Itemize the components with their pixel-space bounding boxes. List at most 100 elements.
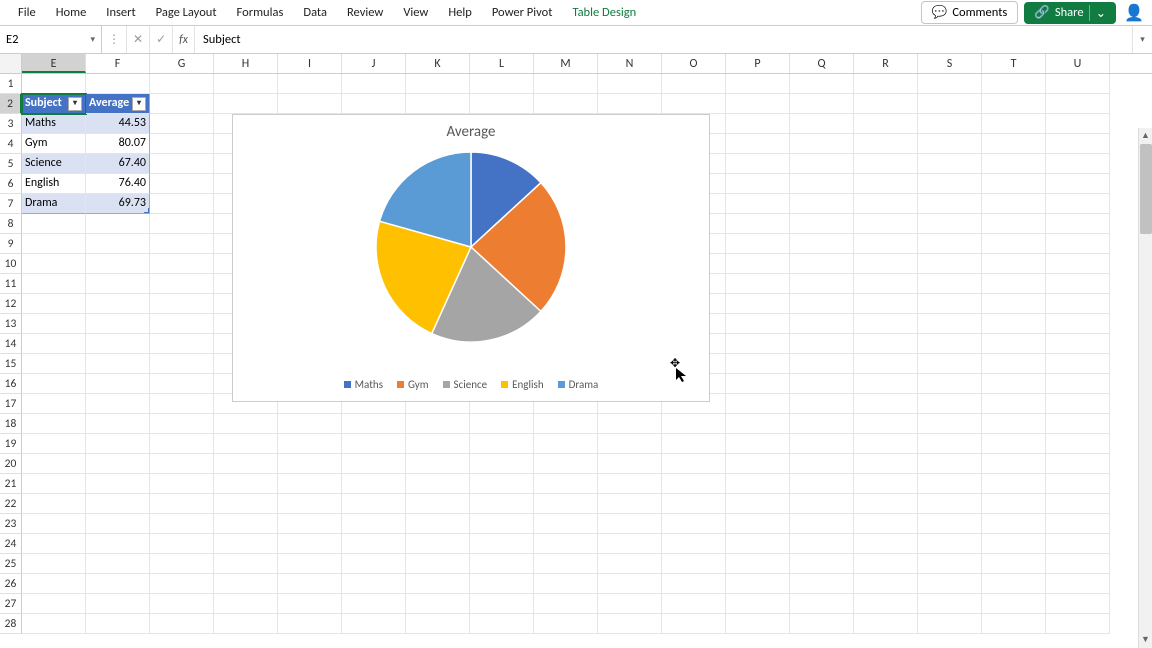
- cell[interactable]: [22, 374, 86, 394]
- cell[interactable]: [726, 174, 790, 194]
- cell[interactable]: [150, 194, 214, 214]
- cell[interactable]: [918, 614, 982, 634]
- column-header[interactable]: H: [214, 54, 278, 73]
- cell[interactable]: [726, 334, 790, 354]
- cell[interactable]: [726, 474, 790, 494]
- cell[interactable]: [150, 574, 214, 594]
- cell[interactable]: [854, 494, 918, 514]
- cell[interactable]: [854, 254, 918, 274]
- cell[interactable]: [214, 74, 278, 94]
- cell[interactable]: [726, 214, 790, 234]
- ribbon-tab-help[interactable]: Help: [438, 1, 481, 24]
- cell[interactable]: [1046, 274, 1110, 294]
- cell[interactable]: [726, 314, 790, 334]
- cell[interactable]: [598, 574, 662, 594]
- table-resize-handle[interactable]: [144, 208, 150, 214]
- cell[interactable]: [918, 74, 982, 94]
- scroll-thumb[interactable]: [1140, 144, 1152, 234]
- cell[interactable]: [534, 454, 598, 474]
- cell[interactable]: [854, 194, 918, 214]
- cell[interactable]: [278, 414, 342, 434]
- formula-expand[interactable]: ▾: [1132, 26, 1152, 53]
- cell[interactable]: English: [22, 174, 86, 194]
- cell[interactable]: [470, 494, 534, 514]
- cell[interactable]: [86, 474, 150, 494]
- column-header[interactable]: L: [470, 54, 534, 73]
- cell[interactable]: [150, 454, 214, 474]
- cell[interactable]: [86, 314, 150, 334]
- cell[interactable]: [854, 334, 918, 354]
- cell[interactable]: [598, 454, 662, 474]
- cell[interactable]: [918, 514, 982, 534]
- cell[interactable]: [214, 554, 278, 574]
- cell[interactable]: [1046, 494, 1110, 514]
- cell[interactable]: [790, 454, 854, 474]
- cell[interactable]: [1046, 74, 1110, 94]
- cell[interactable]: [150, 534, 214, 554]
- row-header[interactable]: 11: [0, 274, 22, 294]
- cell[interactable]: [534, 554, 598, 574]
- cell[interactable]: [150, 234, 214, 254]
- row-header[interactable]: 4: [0, 134, 22, 154]
- user-icon[interactable]: 👤: [1124, 3, 1144, 23]
- cell[interactable]: [22, 214, 86, 234]
- cell[interactable]: [406, 494, 470, 514]
- cell[interactable]: [982, 554, 1046, 574]
- cell[interactable]: [534, 594, 598, 614]
- formula-input[interactable]: Subject: [195, 32, 1132, 47]
- cell[interactable]: [790, 94, 854, 114]
- cell[interactable]: [598, 434, 662, 454]
- cell[interactable]: Drama: [22, 194, 86, 214]
- row-header[interactable]: 21: [0, 474, 22, 494]
- cell[interactable]: [86, 554, 150, 574]
- cell[interactable]: [918, 254, 982, 274]
- cell[interactable]: [790, 514, 854, 534]
- cell[interactable]: [790, 134, 854, 154]
- cell[interactable]: Gym: [22, 134, 86, 154]
- cell[interactable]: [342, 614, 406, 634]
- cell[interactable]: [534, 94, 598, 114]
- cell[interactable]: [982, 354, 1046, 374]
- cell[interactable]: [1046, 194, 1110, 214]
- cell[interactable]: [150, 154, 214, 174]
- row-header[interactable]: 28: [0, 614, 22, 634]
- cell[interactable]: [150, 614, 214, 634]
- cell[interactable]: [342, 574, 406, 594]
- cell[interactable]: [982, 394, 1046, 414]
- cell[interactable]: [150, 374, 214, 394]
- row-header[interactable]: 18: [0, 414, 22, 434]
- row-header[interactable]: 10: [0, 254, 22, 274]
- cell[interactable]: [726, 294, 790, 314]
- row-header[interactable]: 19: [0, 434, 22, 454]
- cell[interactable]: [726, 414, 790, 434]
- cell[interactable]: [982, 374, 1046, 394]
- cell[interactable]: [726, 134, 790, 154]
- cell[interactable]: [854, 174, 918, 194]
- scroll-up-icon[interactable]: ▲: [1139, 128, 1152, 144]
- cell[interactable]: [854, 534, 918, 554]
- cell[interactable]: [278, 614, 342, 634]
- cell[interactable]: [918, 334, 982, 354]
- cell[interactable]: [598, 74, 662, 94]
- chart-legend[interactable]: MathsGymScienceEnglishDrama: [233, 378, 709, 391]
- column-header[interactable]: S: [918, 54, 982, 73]
- cell[interactable]: [854, 114, 918, 134]
- cell[interactable]: [662, 534, 726, 554]
- cell[interactable]: [150, 474, 214, 494]
- cell[interactable]: [406, 474, 470, 494]
- legend-item[interactable]: Drama: [558, 378, 599, 391]
- cell[interactable]: [22, 454, 86, 474]
- cell[interactable]: [278, 574, 342, 594]
- cell[interactable]: [534, 514, 598, 534]
- cell[interactable]: [726, 354, 790, 374]
- cell[interactable]: Maths: [22, 114, 86, 134]
- column-header[interactable]: T: [982, 54, 1046, 73]
- share-button[interactable]: 🔗 Share ⌄: [1024, 2, 1116, 24]
- cell[interactable]: [854, 594, 918, 614]
- cell[interactable]: [22, 274, 86, 294]
- cell[interactable]: [854, 434, 918, 454]
- column-header[interactable]: K: [406, 54, 470, 73]
- cell[interactable]: [470, 74, 534, 94]
- ribbon-tab-insert[interactable]: Insert: [96, 1, 145, 24]
- cell[interactable]: [662, 594, 726, 614]
